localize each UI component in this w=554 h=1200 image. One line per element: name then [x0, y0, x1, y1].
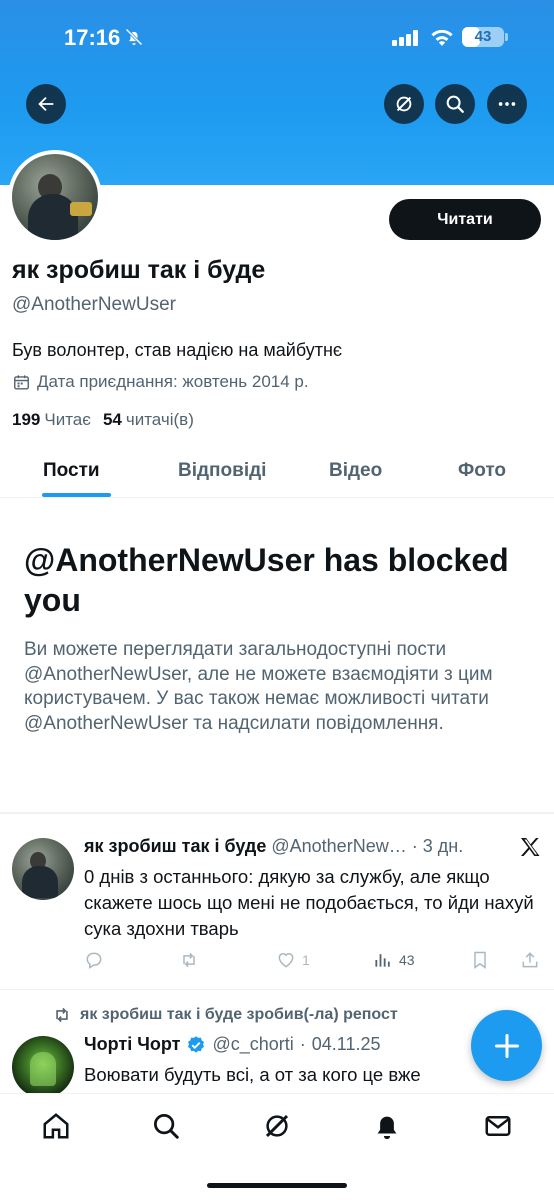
profile-handle: @AnotherNewUser [12, 294, 176, 315]
post-time: 04.11.25 [311, 1034, 381, 1054]
bell-off-icon [125, 28, 143, 46]
repost-indicator: як зробиш так і буде зробив(-ла) репост [52, 1006, 398, 1024]
post-text: 0 днів з останнього: дякую за службу, ал… [84, 866, 534, 939]
search-icon [446, 95, 464, 113]
grok-icon [265, 1114, 289, 1138]
more-icon [498, 102, 516, 106]
compose-button[interactable] [471, 1010, 542, 1081]
nav-grok[interactable] [262, 1111, 292, 1141]
search-button[interactable] [435, 84, 475, 124]
followers-link[interactable]: 54 читачі(в) [103, 410, 194, 430]
avatar-figure [28, 194, 78, 240]
notifications-icon [377, 1116, 397, 1140]
battery-nub [505, 33, 508, 41]
repost-icon [56, 1007, 68, 1023]
following-label: Читає [44, 410, 91, 429]
nav-home[interactable] [41, 1111, 71, 1141]
post-header: як зробиш так і буде @AnotherNew… · 3 дн… [84, 836, 504, 857]
views-icon [375, 954, 390, 967]
profile-tabs: Пости Відповіді Відео Фото [0, 446, 554, 498]
reply-icon [86, 952, 102, 969]
followers-count: 54 [102, 410, 122, 429]
views-count: 43 [399, 952, 415, 968]
blocked-message: Ви можете переглядати загальнодоступні п… [24, 639, 493, 734]
heart-icon [278, 953, 294, 968]
follow-counts: 199 Читає 54 читачі(в) [12, 410, 194, 430]
post-actions: 1 43 [84, 950, 544, 974]
followers-label: читачі(в) [125, 410, 194, 429]
repost-label: як зробиш так і буде зробив(-ла) репост [80, 1006, 398, 1023]
post-separator: · [411, 836, 418, 856]
active-tab-indicator [42, 493, 111, 497]
following-link[interactable]: 199 Читає [12, 410, 91, 430]
plus-icon [494, 1033, 519, 1058]
follow-button[interactable]: Читати [389, 199, 541, 240]
status-bar: 17:16 43 [0, 0, 554, 76]
profile-bio: Був волонтер, став надією на майбутнє [12, 340, 343, 360]
joined-text: Дата приєднання: жовтень 2014 р. [37, 372, 309, 391]
signal-icon [392, 30, 418, 46]
post-header: Чорті Чорт @c_chorti · 04.11.25 [84, 1034, 380, 1055]
bottom-navigation [0, 1093, 554, 1200]
grok-button[interactable] [384, 84, 424, 124]
post-author-handle: @AnotherNew… [271, 836, 407, 856]
post-author-handle: @c_chorti [212, 1034, 294, 1054]
grok-icon [396, 96, 412, 112]
tab-replies[interactable]: Відповіді [178, 460, 266, 482]
battery-icon: 43 [462, 27, 504, 47]
verified-badge-icon [188, 1035, 205, 1053]
nav-search[interactable] [151, 1111, 181, 1141]
post-text: Воювати будуть всі, а от за кого це вже [84, 1064, 421, 1085]
blocked-title: @AnotherNewUser has blocked you [24, 542, 509, 618]
post-avatar[interactable] [12, 1036, 74, 1098]
back-arrow-icon [38, 96, 54, 112]
like-count: 1 [302, 952, 310, 968]
search-icon [154, 1114, 179, 1139]
share-icon [522, 952, 538, 968]
tab-posts[interactable]: Пости [43, 460, 100, 482]
messages-icon [485, 1116, 511, 1136]
avatar-figure [22, 866, 58, 898]
avatar-figure [30, 1052, 56, 1086]
following-count: 199 [12, 410, 41, 429]
nav-messages[interactable] [483, 1111, 513, 1141]
bookmark-icon [474, 951, 486, 969]
nav-notifications[interactable] [372, 1111, 402, 1141]
like-button[interactable]: 1 [276, 950, 310, 970]
post-author-name[interactable]: Чорті Чорт [84, 1034, 180, 1055]
wifi-icon [431, 29, 453, 46]
calendar-icon [14, 374, 29, 390]
home-icon [43, 1113, 69, 1139]
display-name: як зробиш так і буде [12, 256, 266, 284]
post-author-name[interactable]: як зробиш так і буде [84, 836, 266, 856]
profile-avatar[interactable] [8, 150, 102, 244]
battery-level: 43 [474, 28, 492, 45]
post-item[interactable]: як зробиш так і буде @AnotherNew… · 3 дн… [0, 814, 554, 990]
tab-video[interactable]: Відео [329, 460, 382, 482]
avatar-equipment [70, 202, 92, 216]
post-avatar[interactable] [12, 838, 74, 900]
more-button[interactable] [487, 84, 527, 124]
x-logo-icon[interactable] [518, 835, 542, 859]
tab-photo[interactable]: Фото [458, 460, 506, 482]
joined-date: Дата приєднання: жовтень 2014 р. [12, 372, 309, 392]
post-time: 3 дн. [422, 836, 464, 856]
views-button[interactable]: 43 [373, 950, 415, 970]
post-separator: · [299, 1034, 306, 1054]
status-time: 17:16 [64, 25, 121, 50]
repost-button[interactable] [179, 950, 205, 970]
back-button[interactable] [26, 84, 66, 124]
home-indicator [207, 1183, 347, 1188]
reply-button[interactable] [84, 950, 110, 970]
repost-icon [183, 952, 195, 968]
bookmark-button[interactable] [470, 950, 490, 970]
share-button[interactable] [520, 950, 540, 970]
